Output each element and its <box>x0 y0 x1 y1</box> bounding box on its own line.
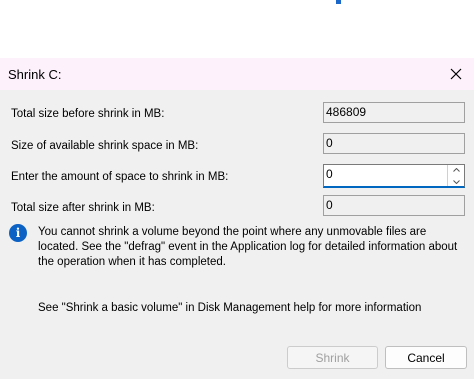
shrink-amount-input[interactable] <box>324 165 446 183</box>
info-icon: i <box>9 224 27 242</box>
spinner <box>447 165 464 186</box>
shrink-dialog: Shrink C: Total size before shrink in MB… <box>0 58 474 379</box>
spin-up-button[interactable] <box>448 165 464 174</box>
info-message: You cannot shrink a volume beyond the po… <box>38 226 458 268</box>
shrink-amount-label: Enter the amount of space to shrink in M… <box>11 171 229 183</box>
spin-down-button[interactable] <box>448 177 464 186</box>
total-size-after-label: Total size after shrink in MB: <box>11 202 155 214</box>
total-size-after-value: 0 <box>323 195 465 216</box>
shrink-amount-stepper[interactable] <box>323 164 465 188</box>
available-shrink-label: Size of available shrink space in MB: <box>11 140 199 152</box>
available-shrink-value: 0 <box>323 133 465 154</box>
close-icon <box>450 68 462 80</box>
cancel-button[interactable]: Cancel <box>385 346 467 369</box>
shrink-button[interactable]: Shrink <box>287 346 378 369</box>
chevron-up-icon <box>452 167 460 172</box>
dialog-title: Shrink C: <box>8 67 62 82</box>
chevron-down-icon <box>452 179 460 184</box>
help-message: See "Shrink a basic volume" in Disk Mana… <box>38 302 422 314</box>
title-bar: Shrink C: <box>0 58 474 90</box>
total-size-before-value: 486809 <box>323 102 465 123</box>
close-button[interactable] <box>438 58 474 90</box>
background-fragment <box>336 0 341 4</box>
total-size-before-label: Total size before shrink in MB: <box>11 108 165 120</box>
